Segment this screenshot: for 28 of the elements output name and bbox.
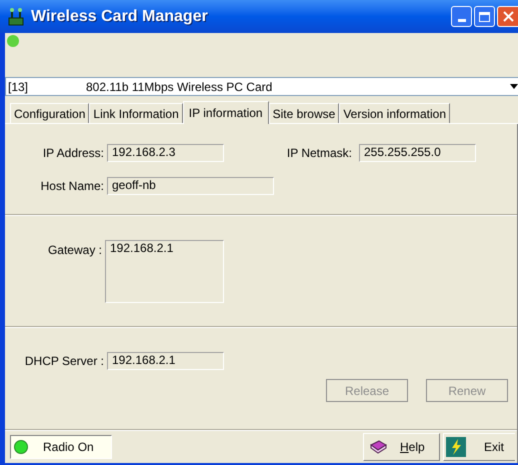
- field-label: Host Name:: [40, 178, 105, 195]
- book-icon: [369, 439, 387, 455]
- lightning-icon: [446, 437, 466, 457]
- tab[interactable]: Link Information: [89, 103, 183, 123]
- field-label: Gateway :: [46, 242, 103, 259]
- tab[interactable]: Version information: [339, 103, 450, 123]
- help-button[interactable]: Help: [363, 433, 440, 461]
- close-icon: [502, 11, 514, 22]
- radio-status-text: Radio On: [43, 439, 94, 456]
- readonly-field[interactable]: 192.168.2.1: [107, 352, 224, 370]
- minimize-button[interactable]: [451, 6, 472, 27]
- tab[interactable]: IP information: [182, 101, 269, 124]
- device-dropdown[interactable]: [13] 802.11b 11Mbps Wireless PC Card: [5, 77, 518, 96]
- antenna-card-icon: [7, 6, 25, 26]
- readonly-field[interactable]: 255.255.255.0: [359, 144, 476, 162]
- tab[interactable]: Site browse: [268, 103, 340, 123]
- window-title: Wireless Card Manager: [31, 6, 208, 26]
- close-button[interactable]: [497, 6, 518, 27]
- readonly-field[interactable]: geoff-nb: [107, 177, 274, 195]
- readonly-field[interactable]: 192.168.2.3: [107, 144, 224, 162]
- field-label: IP Address:: [42, 145, 105, 162]
- readonly-field[interactable]: 192.168.2.1: [105, 240, 224, 303]
- caret-icon: [510, 84, 518, 89]
- exit-button[interactable]: Exit: [443, 433, 515, 461]
- field-label: IP Netmask:: [286, 145, 353, 162]
- field-label: DHCP Server :: [24, 353, 105, 370]
- maximize-button[interactable]: [474, 6, 495, 27]
- tab[interactable]: Configuration: [10, 103, 90, 123]
